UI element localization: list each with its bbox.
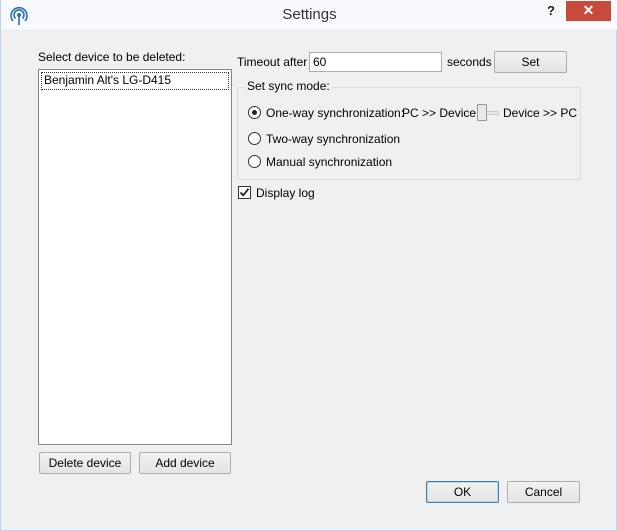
- radio-selected-dot: [252, 110, 257, 115]
- one-way-radio[interactable]: [248, 106, 261, 119]
- ok-button[interactable]: OK: [426, 481, 499, 503]
- set-button[interactable]: Set: [494, 51, 567, 73]
- display-log-label[interactable]: Display log: [256, 186, 315, 200]
- device-list-label: Select device to be deleted:: [38, 50, 186, 64]
- help-button[interactable]: ?: [538, 1, 564, 21]
- direction-left-label: PC >> Device: [402, 106, 477, 120]
- list-item[interactable]: Benjamin Alt's LG-D415: [41, 72, 229, 90]
- window-title: Settings: [282, 6, 337, 23]
- timeout-unit: seconds: [447, 55, 492, 69]
- checkmark-icon: [239, 188, 250, 197]
- manual-label[interactable]: Manual synchronization: [266, 155, 392, 169]
- timeout-input[interactable]: 60: [309, 52, 442, 72]
- cancel-button[interactable]: Cancel: [507, 481, 580, 503]
- manual-radio[interactable]: [248, 155, 261, 168]
- two-way-label[interactable]: Two-way synchronization: [266, 132, 400, 146]
- direction-slider-thumb[interactable]: [477, 104, 487, 121]
- close-icon: ✕: [582, 2, 595, 18]
- sync-mode-title: Set sync mode:: [245, 79, 332, 93]
- settings-window: Settings ? ✕ Select device to be deleted…: [0, 0, 617, 531]
- display-log-checkbox[interactable]: [238, 186, 251, 199]
- timeout-label: Timeout after: [237, 55, 308, 69]
- add-device-button[interactable]: Add device: [139, 452, 231, 474]
- one-way-label[interactable]: One-way synchronization:: [266, 106, 404, 120]
- close-button[interactable]: ✕: [566, 1, 611, 21]
- device-listbox[interactable]: Benjamin Alt's LG-D415: [38, 69, 232, 445]
- delete-device-button[interactable]: Delete device: [39, 452, 131, 474]
- two-way-radio[interactable]: [248, 132, 261, 145]
- direction-right-label: Device >> PC: [503, 106, 578, 120]
- title-bar[interactable]: Settings ? ✕: [1, 0, 617, 31]
